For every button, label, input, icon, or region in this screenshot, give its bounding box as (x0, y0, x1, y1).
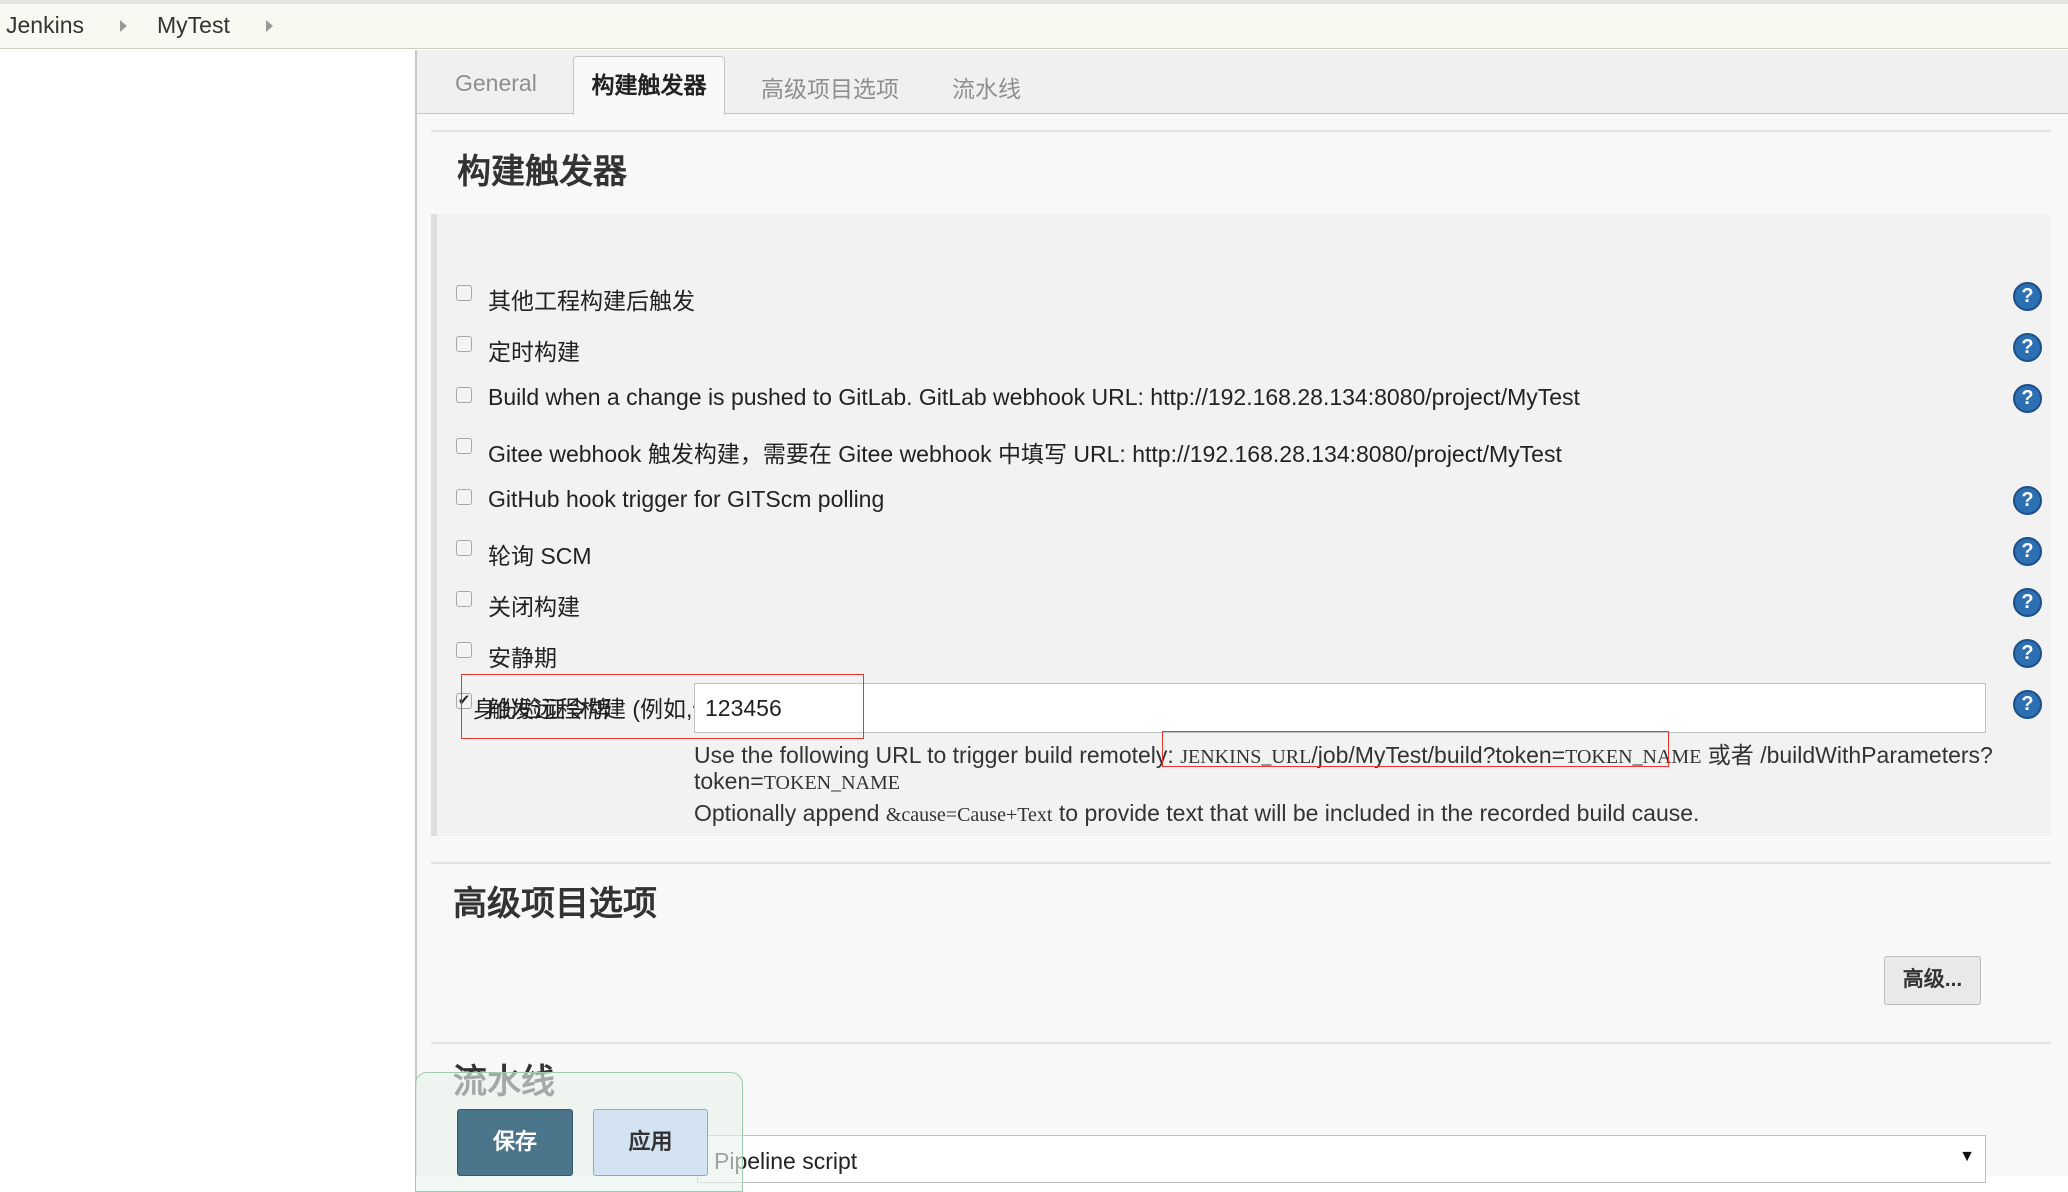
breadcrumb: Jenkins MyTest (0, 0, 2068, 49)
help-icon[interactable]: ? (2013, 384, 2042, 413)
help-icon[interactable]: ? (2013, 639, 2042, 668)
trigger-row-disable: 关闭构建 ? (437, 585, 2057, 625)
trigger-row-poll-scm: 轮询 SCM ? (437, 534, 2057, 574)
chevron-down-icon: ▼ (1959, 1148, 1975, 1165)
help-icon[interactable]: ? (2013, 537, 2042, 566)
tab-build-triggers[interactable]: 构建触发器 (573, 56, 725, 115)
tab-general[interactable]: General (455, 70, 537, 97)
trigger-checkbox-upstream[interactable] (456, 285, 472, 301)
auth-token-input[interactable] (694, 683, 1986, 733)
tab-pipeline[interactable]: 流水线 (952, 70, 1021, 104)
section-title-triggers: 构建触发器 (457, 153, 627, 191)
trigger-label: 关闭构建 (488, 594, 580, 620)
help-icon[interactable]: ? (2013, 282, 2042, 311)
trigger-label: Gitee webhook 触发构建，需要在 Gitee webhook 中填写… (488, 441, 1562, 467)
chevron-right-icon[interactable] (120, 20, 127, 32)
section-divider (431, 1042, 2051, 1044)
apply-button[interactable]: 应用 (593, 1109, 708, 1176)
help-icon[interactable]: ? (2013, 588, 2042, 617)
trigger-label: 其他工程构建后触发 (488, 288, 695, 314)
help-icon[interactable]: ? (2013, 690, 2042, 719)
trigger-label: 安静期 (488, 645, 557, 671)
trigger-label: GitHub hook trigger for GITScm polling (488, 486, 885, 512)
highlight-box-url (1162, 731, 1669, 767)
help-icon[interactable]: ? (2013, 333, 2042, 362)
job-config-panel: General 构建触发器 高级项目选项 流水线 构建触发器 其他工程构建后触发… (415, 50, 2068, 1176)
trigger-checkbox-poll-scm[interactable] (456, 540, 472, 556)
trigger-checkbox-gitlab[interactable] (456, 387, 472, 403)
trigger-row-github: GitHub hook trigger for GITScm polling ? (437, 483, 2057, 523)
config-tabbar: General 构建触发器 高级项目选项 流水线 (417, 50, 2068, 115)
cause-hint-line: Optionally append &cause=Cause+Text to p… (694, 800, 1700, 826)
help-icon[interactable]: ? (2013, 486, 2042, 515)
save-button[interactable]: 保存 (457, 1109, 573, 1176)
trigger-checkbox-gitee[interactable] (456, 438, 472, 454)
remote-url-line-2: token=TOKEN_NAME (694, 768, 900, 794)
trigger-label: 定时构建 (488, 339, 580, 365)
trigger-row-cron: 定时构建 ? (437, 330, 2057, 370)
trigger-row-upstream: 其他工程构建后触发 ? (437, 279, 2057, 319)
section-divider (431, 862, 2051, 864)
breadcrumb-jenkins[interactable]: Jenkins (6, 12, 84, 39)
trigger-checkbox-github[interactable] (456, 489, 472, 505)
trigger-label: Build when a change is pushed to GitLab.… (488, 384, 1580, 410)
breadcrumb-mytest[interactable]: MyTest (157, 12, 230, 39)
trigger-checkbox-disable[interactable] (456, 591, 472, 607)
section-divider (431, 130, 2051, 132)
trigger-row-quiet-period: 安静期 ? (437, 636, 2057, 676)
tab-advanced-options[interactable]: 高级项目选项 (761, 70, 899, 104)
trigger-row-gitee: Gitee webhook 触发构建，需要在 Gitee webhook 中填写… (437, 432, 2057, 472)
trigger-label: 轮询 SCM (488, 543, 592, 569)
chevron-right-icon[interactable] (266, 20, 273, 32)
highlight-box-token (461, 674, 864, 739)
trigger-row-gitlab: Build when a change is pushed to GitLab.… (437, 381, 2057, 421)
trigger-checkbox-quiet-period[interactable] (456, 642, 472, 658)
section-title-advanced: 高级项目选项 (453, 885, 657, 923)
trigger-checkbox-cron[interactable] (456, 336, 472, 352)
advanced-button[interactable]: 高级... (1884, 956, 1981, 1005)
